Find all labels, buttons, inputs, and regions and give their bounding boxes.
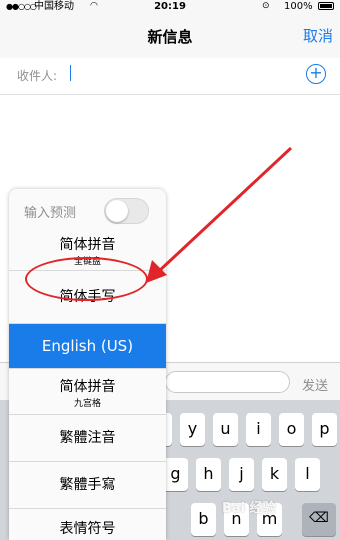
- menu-item-label: 简体拼音: [59, 237, 116, 253]
- menu-item-emoji[interactable]: 表情符号: [9, 509, 166, 540]
- page-title: 新信息: [147, 28, 193, 46]
- send-button[interactable]: 发送: [302, 375, 328, 394]
- menu-item-label: 简体拼音: [59, 379, 116, 395]
- key-k[interactable]: k: [262, 458, 287, 491]
- menu-item-label: 表情符号: [59, 521, 116, 537]
- predictive-toggle[interactable]: [104, 198, 149, 224]
- key-i[interactable]: i: [246, 413, 271, 446]
- predictive-label: 输入预测: [24, 206, 77, 221]
- key-g[interactable]: g: [163, 458, 188, 491]
- key-j[interactable]: j: [229, 458, 254, 491]
- key-o[interactable]: o: [279, 413, 304, 446]
- rotation-lock-icon: ⊙: [262, 1, 270, 11]
- cancel-button[interactable]: 取消: [303, 25, 333, 46]
- menu-item-label: 繁體手寫: [59, 477, 116, 493]
- key-l[interactable]: l: [295, 458, 320, 491]
- key-h[interactable]: h: [196, 458, 221, 491]
- predictive-row: 输入预测: [9, 189, 166, 230]
- menu-item-label: English (US): [41, 337, 134, 355]
- message-input[interactable]: [165, 371, 290, 393]
- recipient-row: 收件人: +: [0, 58, 340, 95]
- watermark: Bai 经验: [222, 501, 276, 516]
- key-p[interactable]: p: [312, 413, 337, 446]
- nav-bar: 新信息 取消: [0, 13, 340, 59]
- input-method-menu: 输入预测 简体拼音 全键盘 简体手写 English (US) 简体拼音 九宫格…: [9, 189, 166, 540]
- menu-item-zhuyin[interactable]: 繁體注音: [9, 415, 166, 462]
- annotation-circle: [25, 257, 148, 301]
- status-bar: ●●○○○ 中国移动 ◠ 20:19 ⊙ 100%: [0, 0, 340, 13]
- key-b[interactable]: b: [191, 503, 216, 536]
- menu-item-sublabel: 九宫格: [73, 399, 101, 409]
- menu-item-english[interactable]: English (US): [9, 324, 166, 369]
- menu-item-label: 繁體注音: [59, 430, 116, 446]
- menu-item-trad-handwriting[interactable]: 繁體手寫: [9, 462, 166, 509]
- menu-item-pinyin-9key[interactable]: 简体拼音 九宫格: [9, 369, 166, 415]
- add-contact-button[interactable]: +: [306, 64, 326, 84]
- recipient-input[interactable]: [70, 65, 71, 81]
- key-y[interactable]: y: [180, 413, 205, 446]
- battery-percent: 100%: [284, 1, 313, 12]
- key-u[interactable]: u: [213, 413, 238, 446]
- recipient-label: 收件人:: [17, 69, 58, 83]
- battery-icon: [318, 2, 334, 10]
- backspace-icon[interactable]: ⌫: [302, 503, 336, 536]
